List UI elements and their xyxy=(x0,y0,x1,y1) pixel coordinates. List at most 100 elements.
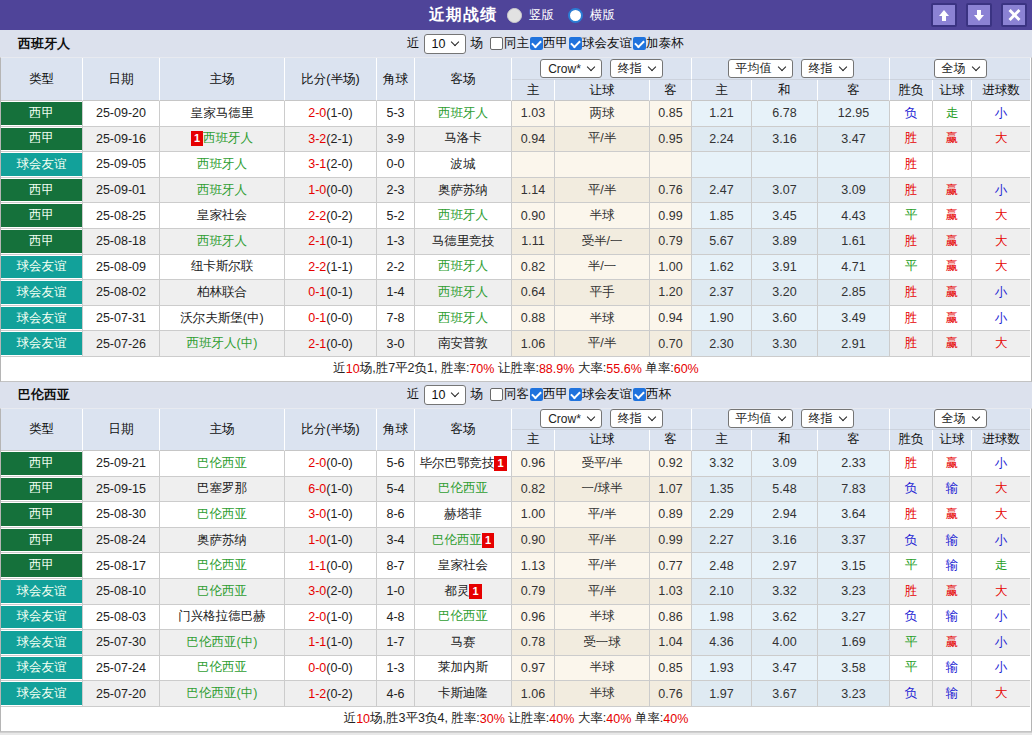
match-type-badge: 西甲 xyxy=(1,102,82,125)
handicap-odds-cell xyxy=(512,152,555,178)
handicap-odds-cell: 0.88 xyxy=(512,306,555,332)
home-team: 纽卡斯尔联 xyxy=(160,255,285,281)
match-date: 25-07-31 xyxy=(83,306,160,332)
chevron-down-icon xyxy=(838,413,846,421)
checkbox-同主[interactable] xyxy=(490,37,503,50)
odds-view-select[interactable]: 平均值 xyxy=(728,59,793,78)
corner-cell: 8-6 xyxy=(377,502,415,528)
summary-segment: 单率: xyxy=(642,360,674,377)
match-type-badge: 球会友谊 xyxy=(1,281,82,304)
chevron-down-icon xyxy=(587,63,595,71)
result-cell: 负 xyxy=(890,477,933,503)
radio-vertical[interactable] xyxy=(507,8,522,23)
match-type-badge: 西甲 xyxy=(1,503,82,526)
score-cell: 1-1(0-0) xyxy=(285,553,377,579)
goals-result-cell: 小 xyxy=(972,605,1030,631)
match-type-badge: 球会友谊 xyxy=(1,606,82,629)
checkbox-球会友谊[interactable] xyxy=(569,388,582,401)
arrow-down-icon xyxy=(974,10,984,21)
filter-label: 同客 xyxy=(504,386,529,403)
radio-horizontal[interactable] xyxy=(568,8,583,23)
away-team: 巴伦西亚1 xyxy=(415,528,512,554)
checkbox-西甲[interactable] xyxy=(530,37,543,50)
outcome-text: 胜 xyxy=(905,156,918,173)
match-date: 25-08-18 xyxy=(83,229,160,255)
match-type-badge: 西甲 xyxy=(1,179,82,202)
odds-view-select[interactable]: 全场 xyxy=(934,59,987,78)
goals-result-cell: 小 xyxy=(972,101,1030,127)
sub-column-header: 主 xyxy=(512,430,555,451)
checkbox-西杯[interactable] xyxy=(633,388,646,401)
odds-view-select[interactable]: Crow* xyxy=(540,59,602,78)
match-type-cell: 球会友谊 xyxy=(1,152,83,178)
games-count-select[interactable]: 10 xyxy=(424,385,467,405)
average-odds-cell: 3.09 xyxy=(752,451,818,477)
odds-view-select[interactable]: 终指 xyxy=(610,59,663,78)
match-date: 25-08-03 xyxy=(83,605,160,631)
outcome-text: 大 xyxy=(995,506,1008,523)
filter-label: 西甲 xyxy=(543,35,568,52)
checkbox-西甲[interactable] xyxy=(530,388,543,401)
chevron-down-icon xyxy=(648,63,656,71)
fulltime-score: 3-0 xyxy=(308,584,326,598)
handicap-odds-cell: 0.96 xyxy=(512,451,555,477)
column-header: 类型 xyxy=(1,58,83,101)
average-odds-cell: 3.32 xyxy=(692,451,752,477)
odds-view-select[interactable]: 终指 xyxy=(801,409,854,428)
handicap-odds-cell: 0.85 xyxy=(650,101,692,127)
odds-view-select[interactable]: Crow* xyxy=(540,409,602,428)
select-value: 10 xyxy=(432,388,446,402)
home-team: 西班牙人 xyxy=(160,178,285,204)
handicap-odds-cell: 0.92 xyxy=(650,451,692,477)
goals-result-cell: 大 xyxy=(972,127,1030,153)
checkbox-加泰杯[interactable] xyxy=(633,37,646,50)
odds-view-select[interactable]: 平均值 xyxy=(728,409,793,428)
match-type-cell: 西甲 xyxy=(1,528,83,554)
outcome-text: 输 xyxy=(946,480,959,497)
team-name-text: 都灵 xyxy=(444,583,469,600)
odds-view-select[interactable]: 终指 xyxy=(801,59,854,78)
goals-result-cell: 大 xyxy=(972,255,1030,281)
close-button[interactable] xyxy=(1001,3,1027,27)
odds-view-select[interactable]: 终指 xyxy=(610,409,663,428)
odds-view-select[interactable]: 全场 xyxy=(934,409,987,428)
outcome-text: 胜 xyxy=(905,130,918,147)
column-header: 类型 xyxy=(1,409,83,451)
handicap-odds-cell: 0.96 xyxy=(512,605,555,631)
sub-column-header: 和 xyxy=(752,80,818,101)
summary-segment: 30% xyxy=(480,712,505,726)
average-odds-cell: 4.43 xyxy=(818,203,890,229)
radio-vertical-label: 竖版 xyxy=(529,7,554,24)
team-name-text: 西班牙人 xyxy=(438,258,488,275)
outcome-text: 赢 xyxy=(946,455,959,472)
average-odds-cell: 1.35 xyxy=(692,477,752,503)
checkbox-同客[interactable] xyxy=(490,388,503,401)
close-icon xyxy=(1007,8,1021,22)
result-cell: 胜 xyxy=(890,451,933,477)
home-team: 柏林联合 xyxy=(160,280,285,306)
move-down-button[interactable] xyxy=(966,3,992,27)
away-team: 南安普敦 xyxy=(415,331,512,357)
score-cell: 2-1(0-0) xyxy=(285,331,377,357)
outcome-text: 胜 xyxy=(905,335,918,352)
match-date: 25-08-10 xyxy=(83,579,160,605)
team-name-text: 皇家社会 xyxy=(197,207,247,224)
outcome-text: 负 xyxy=(905,105,918,122)
handicap-odds-cell: 受半/一 xyxy=(555,229,650,255)
checkbox-球会友谊[interactable] xyxy=(569,37,582,50)
match-date: 25-07-20 xyxy=(83,681,160,707)
handicap-odds-cell: 1.00 xyxy=(650,255,692,281)
average-odds-cell: 2.33 xyxy=(818,451,890,477)
team-name-text: 卡斯迪隆 xyxy=(438,685,488,702)
recent-results-panel: 近期战绩 竖版 横版 西班牙人近10场同主西甲球会友谊加泰杯类型日期主场比分(半… xyxy=(0,0,1032,735)
goals-result-cell: 大 xyxy=(972,681,1030,707)
outcome-text: 平 xyxy=(905,557,918,574)
games-count-select[interactable]: 10 xyxy=(424,34,467,54)
average-odds-cell: 3.91 xyxy=(752,255,818,281)
away-team: 巴伦西亚 xyxy=(415,477,512,503)
average-odds-cell xyxy=(818,152,890,178)
halftime-score: (0-1) xyxy=(326,234,352,248)
move-up-button[interactable] xyxy=(931,3,957,27)
score-cell: 3-1(2-0) xyxy=(285,152,377,178)
match-date: 25-09-01 xyxy=(83,178,160,204)
